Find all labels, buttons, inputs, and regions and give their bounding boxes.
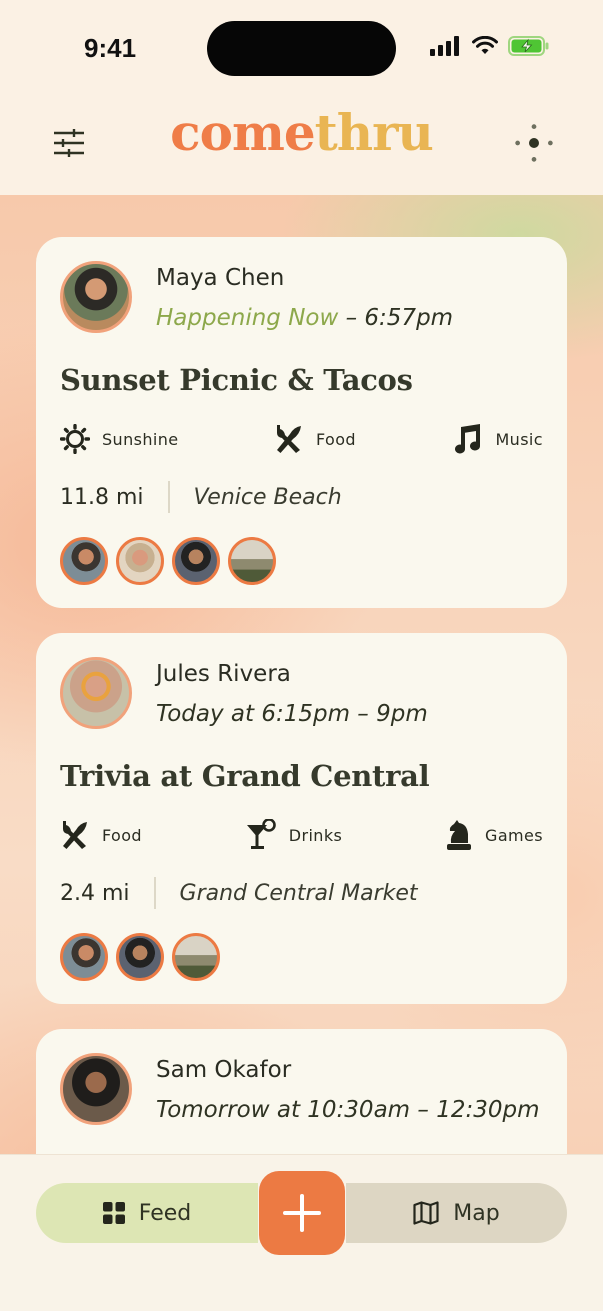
tag-label: Food [316, 429, 356, 449]
host-name: Jules Rivera [156, 661, 291, 687]
status-time: 9:41 [84, 33, 137, 63]
tab-map[interactable]: Map [346, 1183, 567, 1243]
tab-feed-label: Feed [138, 1200, 192, 1226]
cellular-signal-icon [430, 36, 459, 56]
tab-map-label: Map [453, 1200, 500, 1226]
attendee-avatar[interactable] [60, 933, 108, 981]
host-avatar[interactable] [60, 261, 132, 333]
live-label: Happening Now [156, 305, 339, 331]
event-tags: Sunshine Food Music [60, 423, 543, 455]
event-location-row: 2.4 mi Grand Central Market [60, 877, 418, 909]
event-location-row: 11.8 mi Venice Beach [60, 481, 342, 513]
tag-food: Food [274, 423, 356, 455]
tag-label: Food [102, 825, 142, 845]
tag-label: Drinks [288, 825, 343, 845]
chess-knight-icon [447, 820, 472, 850]
utensils-icon [63, 821, 87, 849]
event-card[interactable]: Maya Chen Happening Now – 6:57pm Sunset … [36, 237, 567, 608]
map-icon [413, 1201, 439, 1225]
event-time-suffix: – 6:57pm [338, 305, 454, 331]
grid-icon [102, 1202, 125, 1224]
tag-music: Music [451, 423, 543, 455]
status-icons [430, 36, 550, 56]
event-place: Venice Beach [193, 484, 342, 510]
event-title: Sunset Picnic & Tacos [60, 363, 413, 397]
menu-button[interactable] [514, 123, 554, 163]
event-card[interactable]: Jules Rivera Today at 6:15pm – 9pm Trivi… [36, 633, 567, 1004]
attendee-avatar[interactable] [116, 537, 164, 585]
divider [153, 877, 156, 909]
tab-feed[interactable]: Feed [36, 1183, 258, 1243]
plus-icon [283, 1194, 321, 1232]
attendee-avatar[interactable] [172, 537, 220, 585]
event-tags: Food Drinks Games [60, 819, 543, 851]
host-name: Sam Okafor [156, 1057, 292, 1083]
status-bar: 9:41 [0, 0, 603, 95]
event-distance: 2.4 mi [60, 880, 130, 906]
logo-come: come [170, 103, 316, 162]
event-time: Tomorrow at 10:30am – 12:30pm [156, 1097, 540, 1123]
tag-label: Music [495, 429, 543, 449]
add-event-button[interactable] [259, 1171, 345, 1255]
logo-thru: thru [314, 103, 434, 162]
divider [167, 481, 170, 513]
host-avatar[interactable] [60, 1053, 132, 1125]
app-header: comethru [0, 95, 603, 195]
host-name: Maya Chen [156, 265, 285, 291]
music-note-icon [455, 424, 481, 454]
attendee-list[interactable] [60, 537, 276, 585]
attendee-avatar[interactable] [60, 537, 108, 585]
attendee-list[interactable] [60, 933, 220, 981]
cocktail-icon [246, 819, 276, 849]
event-place: Grand Central Market [179, 880, 418, 906]
battery-charging-icon [508, 36, 549, 56]
app-logo: comethru [0, 103, 603, 162]
tag-sunshine: Sunshine [60, 424, 179, 454]
attendee-avatar[interactable] [172, 933, 220, 981]
host-avatar[interactable] [60, 657, 132, 729]
tag-food: Food [60, 819, 142, 851]
tag-label: Sunshine [102, 429, 179, 449]
attendee-avatar[interactable] [228, 537, 276, 585]
wifi-icon [472, 36, 498, 54]
attendee-avatar[interactable] [116, 933, 164, 981]
utensils-icon [277, 425, 302, 453]
event-distance: 11.8 mi [60, 484, 144, 510]
bottom-tab-bar: Feed Map [0, 1154, 603, 1311]
tag-label: Games [485, 825, 543, 845]
event-time: Happening Now – 6:57pm [156, 305, 453, 331]
tag-games: Games [445, 819, 543, 851]
tag-drinks: Drinks [245, 819, 343, 851]
event-title: Trivia at Grand Central [60, 759, 430, 793]
dots-cross-icon [515, 124, 553, 162]
event-time: Today at 6:15pm – 9pm [156, 701, 428, 727]
sun-icon [60, 424, 90, 454]
dynamic-island [207, 21, 396, 76]
